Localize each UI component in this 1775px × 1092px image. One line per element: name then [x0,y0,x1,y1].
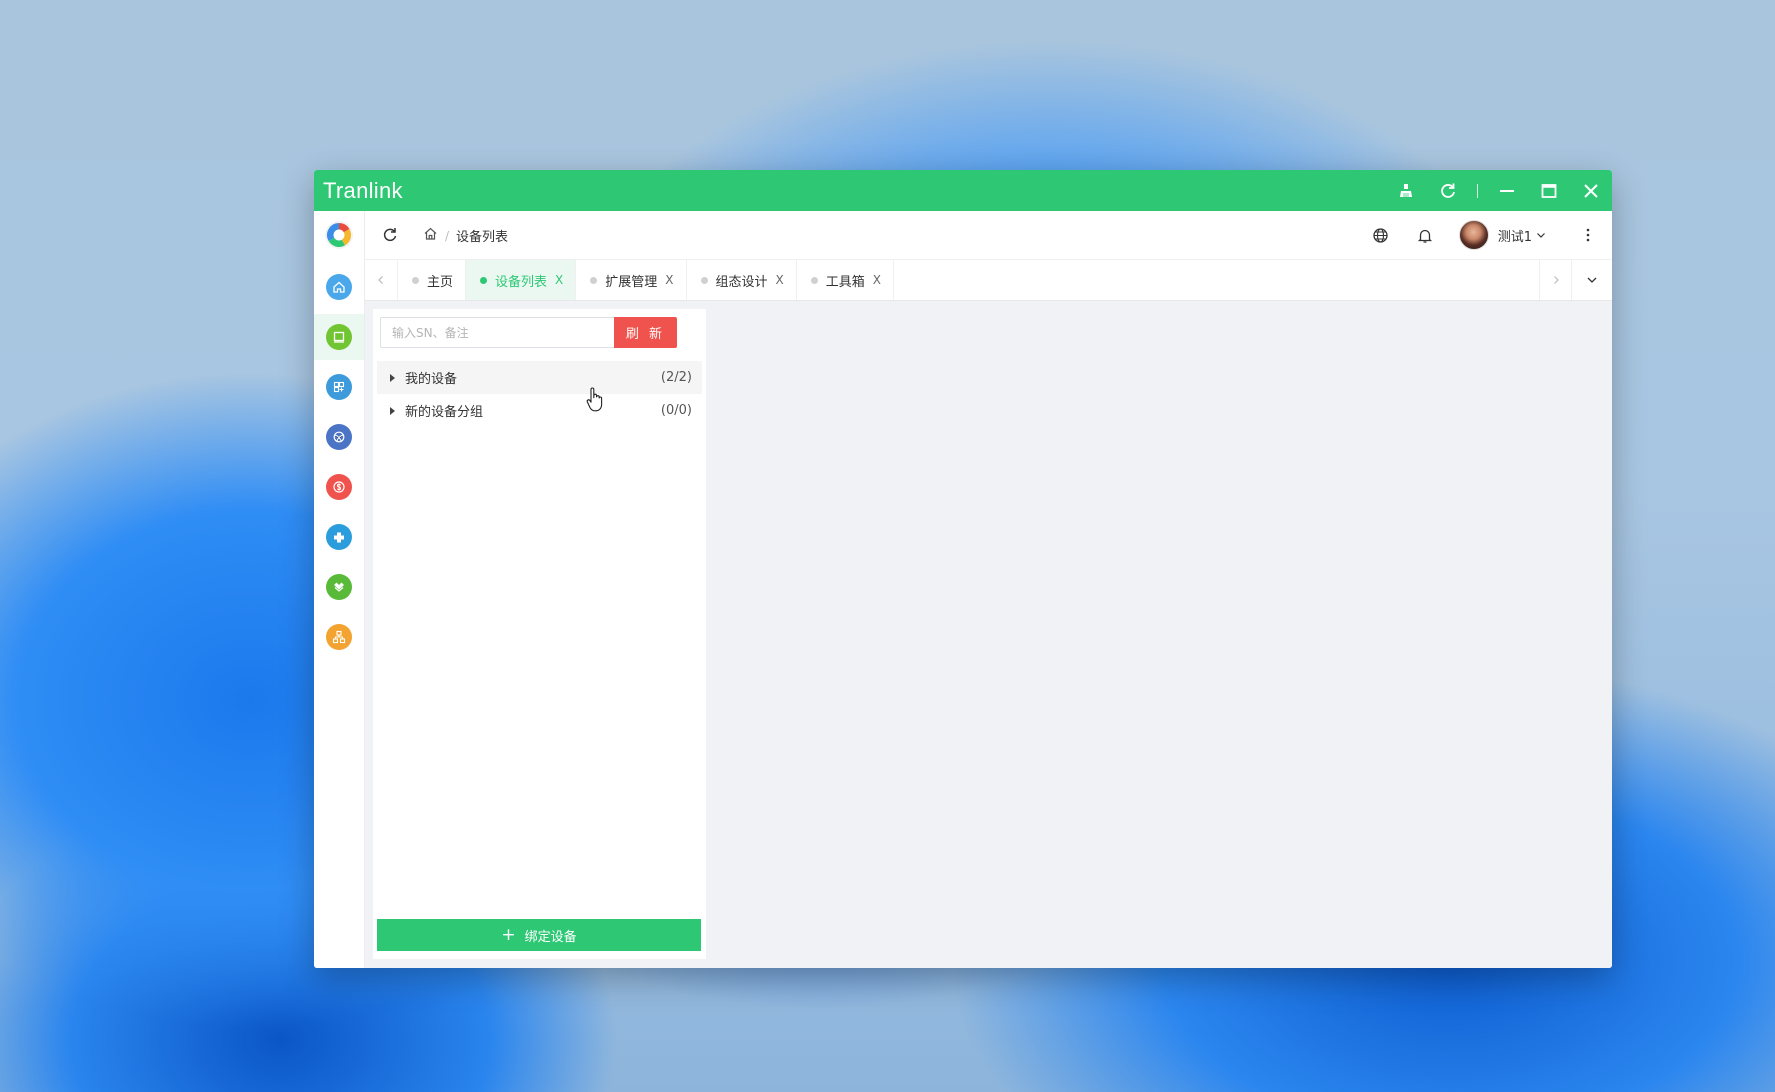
tree-node-new-group[interactable]: 新的设备分组 (0/0) [377,394,702,427]
home-icon [333,281,345,293]
globe-icon[interactable] [1371,225,1391,245]
minimize-icon[interactable] [1486,170,1528,211]
tab-label: 扩展管理 [605,274,658,290]
plus-icon: + [501,924,516,945]
tab-config-design[interactable]: 组态设计 X [687,260,797,300]
maximize-icon[interactable] [1528,170,1570,211]
caret-right-icon[interactable] [390,373,395,382]
avatar[interactable] [1458,220,1489,250]
breadcrumb-separator: / [445,228,450,243]
dollar-icon [333,481,345,493]
box-icon [334,582,344,592]
tab-close-icon[interactable]: X [873,273,881,287]
main-area: / 设备列表 测试1 主页 设备列表 X 扩展管理 X 组态设计 X 工具箱 X… [365,211,1612,968]
puzzle-icon [334,532,344,543]
close-icon[interactable] [1570,170,1612,211]
sidebar-item-plugins[interactable] [326,524,352,550]
tree-node-count: (0/0) [660,403,692,418]
app-window: Tranlink / 设备列表 测试1 主页 设备列表 X 扩展管理 X 组态设… [314,170,1612,968]
tree-node-label: 新的设备分组 [405,405,484,420]
app-body: / 设备列表 测试1 主页 设备列表 X 扩展管理 X 组态设计 X 工具箱 X… [314,211,1612,968]
bind-device-label: 绑定设备 [524,929,577,945]
palette-icon [333,431,345,443]
tab-toolbox[interactable]: 工具箱 X [797,260,895,300]
bell-icon[interactable] [1415,225,1435,245]
tab-extension-mgmt[interactable]: 扩展管理 X [576,260,687,300]
tab-list: 主页 设备列表 X 扩展管理 X 组态设计 X 工具箱 X [398,260,895,300]
top-header: / 设备列表 测试1 [365,211,1612,260]
tab-home[interactable]: 主页 [398,260,467,300]
user-name[interactable]: 测试1 [1498,226,1532,245]
grid-icon [333,381,345,393]
caret-right-icon[interactable] [390,406,395,415]
sidebar [314,211,365,968]
device-tree: 我的设备 (2/2) 新的设备分组 (0/0) [377,361,702,427]
tab-dot [590,276,598,284]
tab-menu-chevron-icon[interactable] [1571,260,1612,300]
refresh-button[interactable]: 刷 新 [614,317,677,348]
tab-device-list[interactable]: 设备列表 X [466,260,577,300]
window-controls [1385,170,1612,211]
more-vertical-icon[interactable] [1580,225,1596,245]
tabs-bar: 主页 设备列表 X 扩展管理 X 组态设计 X 工具箱 X [365,260,1612,301]
tab-label: 主页 [427,274,454,290]
app-title: Tranlink [323,177,403,203]
app-logo [324,220,354,250]
chevron-down-icon[interactable] [1536,230,1546,240]
sidebar-item-toolbox[interactable] [326,574,352,600]
tab-scroll-right-icon[interactable] [1539,260,1572,300]
tab-dot [810,276,818,284]
tab-close-icon[interactable]: X [555,273,563,287]
sidebar-item-network[interactable] [326,624,352,650]
tab-label: 工具箱 [825,274,865,290]
breadcrumb-home-icon[interactable] [423,226,438,245]
search-row: 刷 新 [380,317,677,348]
device-panel: 刷 新 我的设备 (2/2) 新的设备分组 (0/0) [373,309,706,959]
sidebar-item-home[interactable] [326,274,352,300]
search-input[interactable] [380,317,614,348]
tree-node-count: (2/2) [660,370,692,385]
monitor-icon [333,331,345,343]
title-bar[interactable]: Tranlink [314,170,1612,211]
bind-device-button[interactable]: + 绑定设备 [377,919,701,951]
sidebar-item-device[interactable] [326,324,352,350]
tab-close-icon[interactable]: X [776,273,784,287]
separator [1477,183,1478,198]
tab-dot [480,276,488,284]
broom-icon[interactable] [1385,170,1427,211]
breadcrumb: / 设备列表 [423,226,508,245]
tab-scroll-left-icon[interactable] [365,260,398,300]
tab-label: 组态设计 [715,274,768,290]
tree-node-my-devices[interactable]: 我的设备 (2/2) [377,361,702,394]
header-actions: 测试1 [1371,211,1612,259]
reload-icon[interactable] [380,225,400,245]
org-chart-icon [332,630,346,644]
sidebar-item-extension[interactable] [326,374,352,400]
sidebar-item-billing[interactable] [326,474,352,500]
breadcrumb-current: 设备列表 [456,230,509,245]
sidebar-item-design[interactable] [326,424,352,450]
tab-label: 设备列表 [495,274,548,290]
tab-dot [412,276,419,284]
tab-dot [700,276,708,284]
tab-close-icon[interactable]: X [665,273,673,287]
refresh-icon[interactable] [1427,170,1469,211]
hand-cursor-icon [586,387,603,412]
tree-node-label: 我的设备 [405,372,458,387]
